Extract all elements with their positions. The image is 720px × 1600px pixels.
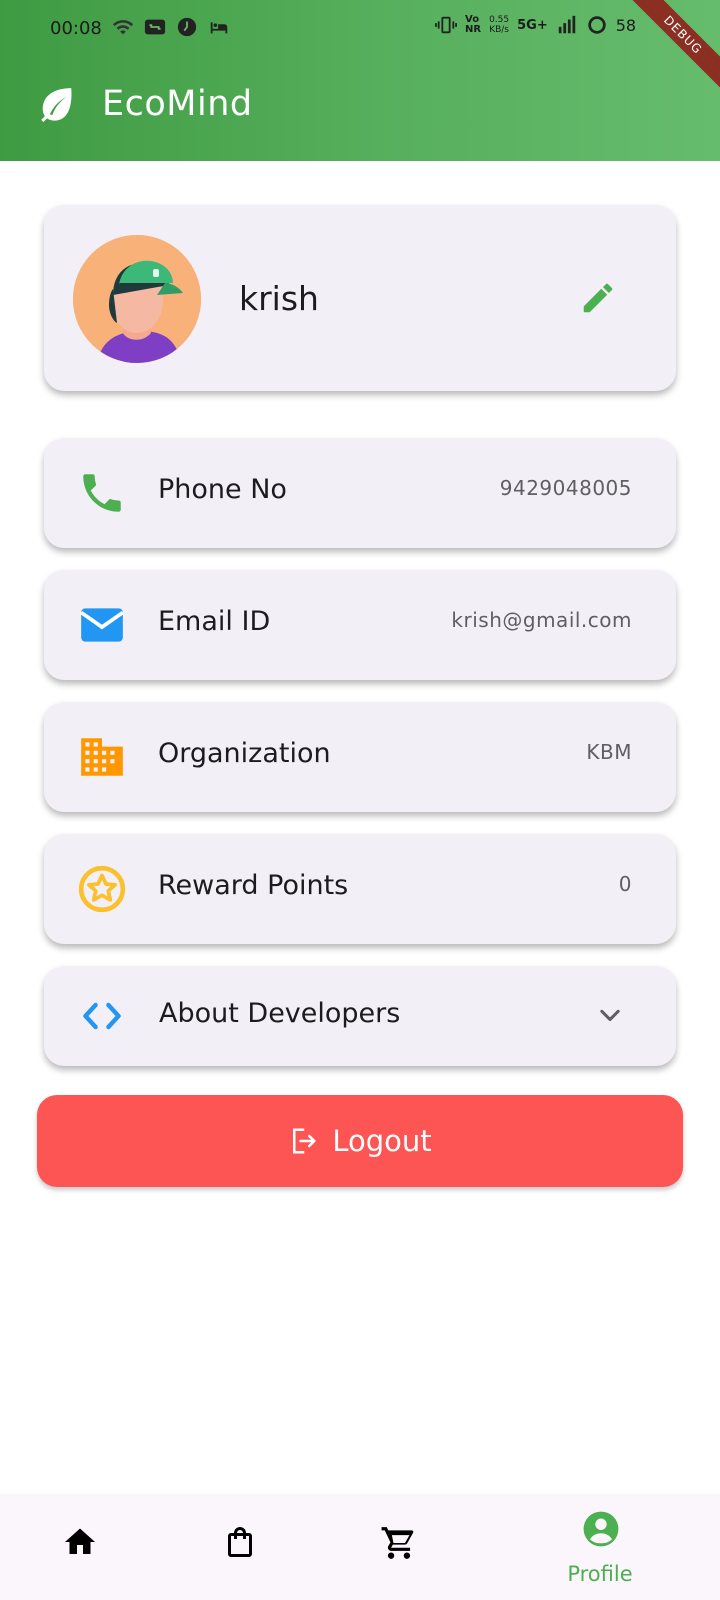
network-speed: 0.55 KB/s (489, 15, 510, 35)
battery-level: 58 (615, 15, 637, 35)
notification-icons (112, 16, 230, 38)
vibrate-icon (435, 16, 457, 34)
info-label: Reward Points (158, 870, 349, 901)
info-label: Organization (158, 738, 331, 769)
home-icon (65, 1528, 95, 1554)
network-type: 5G+ (517, 17, 548, 33)
phone-value: 9429048005 (499, 476, 632, 500)
info-label: Phone No (158, 474, 287, 505)
info-card-organization: Organization KBM (44, 702, 676, 812)
nav-item-cart[interactable] (338, 1494, 458, 1600)
code-icon (83, 1002, 121, 1030)
status-bar: 00:08 Vo NR 0.55 KB/s 5G+ 58 (0, 0, 720, 58)
signal-icon (558, 15, 575, 34)
logout-icon (293, 1128, 316, 1154)
app-title: EcoMind (102, 84, 253, 124)
about-developers-label: About Developers (159, 998, 401, 1029)
shopping-bag-icon (228, 1527, 252, 1557)
nav-item-home[interactable] (20, 1494, 140, 1600)
bed-icon (210, 22, 228, 34)
star-medal-icon (78, 865, 126, 913)
volte-indicator: Vo NR (465, 14, 482, 35)
nav-label-profile: Profile (567, 1562, 633, 1586)
logout-label: Logout (332, 1124, 432, 1158)
status-time: 00:08 (50, 18, 102, 39)
chevron-down-icon[interactable] (596, 1002, 624, 1030)
info-card-phone: Phone No 9429048005 (44, 438, 676, 548)
system-status-icons: Vo NR 0.55 KB/s 5G+ 58 (435, 14, 636, 36)
account-circle-icon (583, 1511, 619, 1547)
bottom-navigation: Profile (0, 1494, 720, 1600)
battery-ring-icon (588, 16, 606, 34)
nav-item-profile[interactable]: Profile (540, 1494, 660, 1600)
wifi-icon (112, 20, 134, 35)
avatar (73, 235, 201, 363)
avatar-illustration (73, 235, 201, 363)
phone-icon (83, 474, 121, 512)
about-developers-tile[interactable]: About Developers (44, 966, 676, 1066)
reward-points-value: 0 (618, 872, 632, 896)
email-icon (80, 608, 124, 642)
info-label: Email ID (158, 606, 271, 637)
nav-item-shop[interactable] (180, 1494, 300, 1600)
email-value: krish@gmail.com (451, 608, 632, 632)
profile-card: krish (44, 205, 676, 391)
link-icon (144, 19, 166, 35)
clock-icon (177, 17, 197, 37)
organization-value: KBM (586, 740, 632, 764)
cart-icon (381, 1527, 414, 1559)
leaf-icon (41, 88, 72, 123)
edit-pencil-icon[interactable] (579, 279, 617, 317)
app-bar: EcoMind (38, 84, 253, 124)
building-icon (81, 738, 123, 776)
logout-button[interactable]: Logout (37, 1095, 683, 1187)
info-card-rewards: Reward Points 0 (44, 834, 676, 944)
profile-name: krish (239, 279, 319, 318)
app-header: 00:08 Vo NR 0.55 KB/s 5G+ 58 DEBUG EcoMi… (0, 0, 720, 161)
info-card-email: Email ID krish@gmail.com (44, 570, 676, 680)
